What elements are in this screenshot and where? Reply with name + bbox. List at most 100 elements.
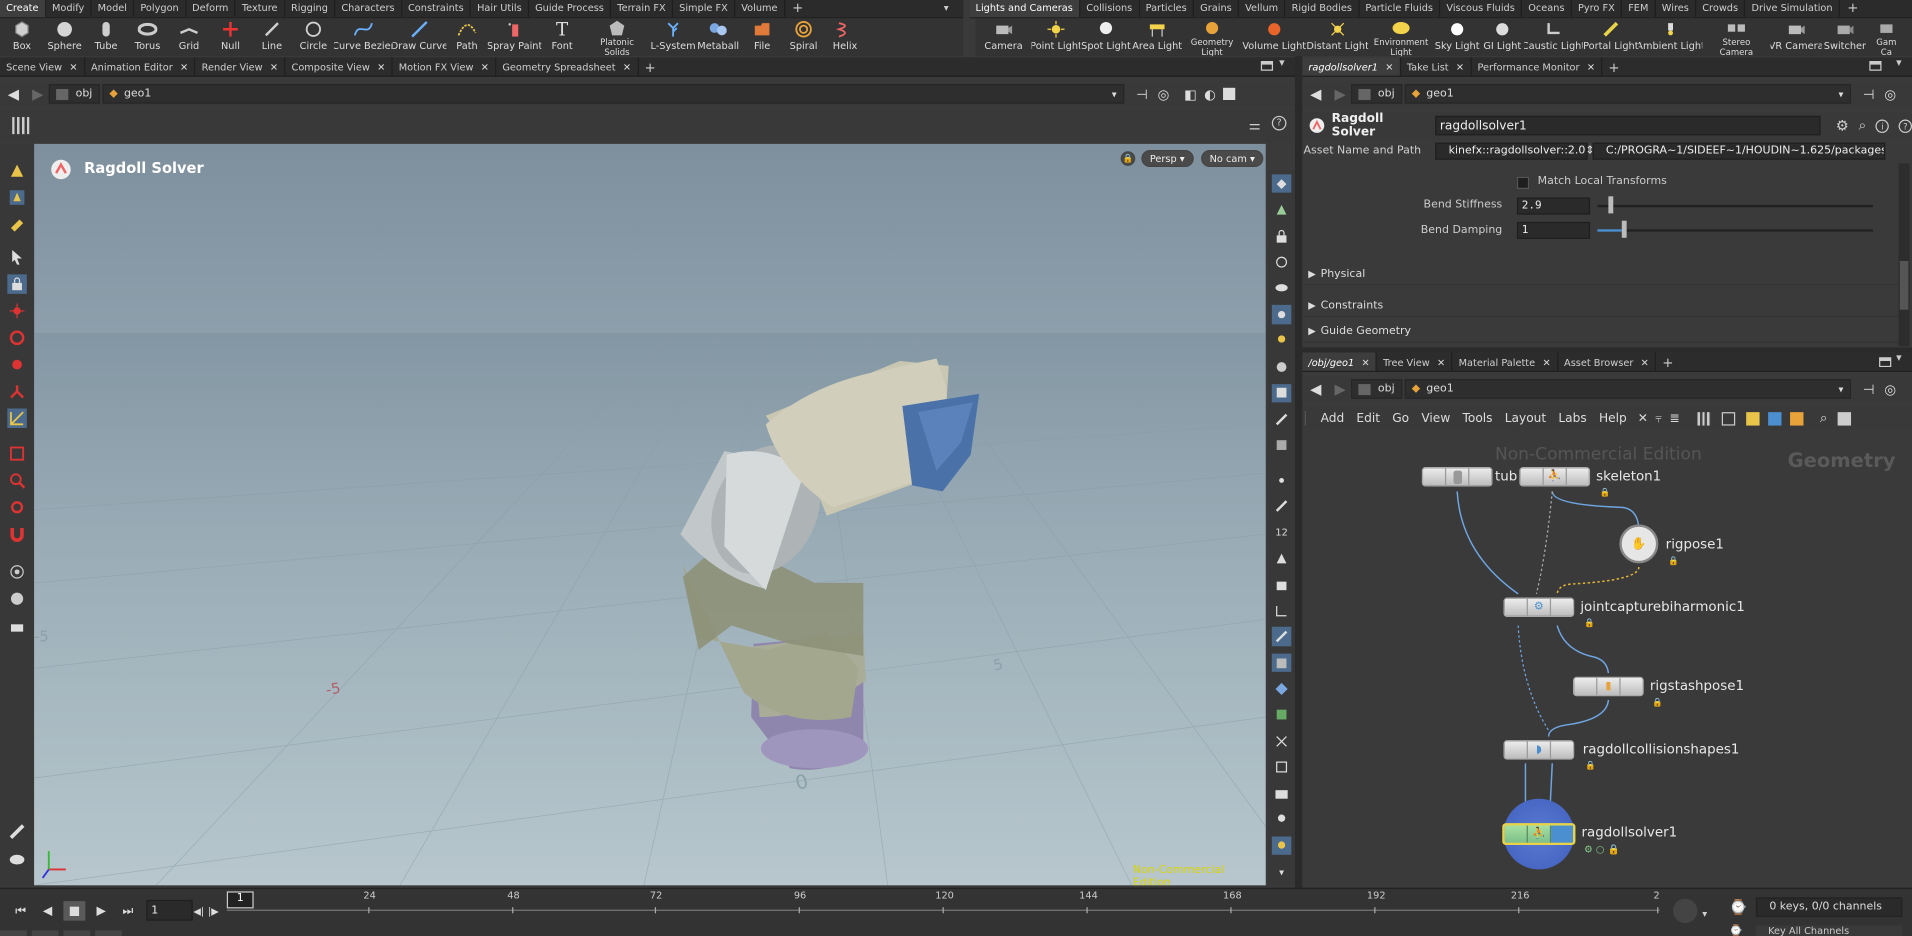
tool-vr-camera[interactable]: VR Camera: [1771, 18, 1822, 56]
folder-physical[interactable]: ▶ Physical: [1303, 263, 1899, 286]
point-numbers-icon[interactable]: [1272, 436, 1292, 455]
shelf-tab-pyro-fx[interactable]: Pyro FX: [1572, 0, 1623, 18]
lock-select-icon[interactable]: [7, 274, 27, 294]
tool-distant-light[interactable]: Distant Light: [1307, 18, 1368, 56]
tool-tube[interactable]: Tube: [85, 18, 126, 56]
close-icon[interactable]: ✕: [1362, 357, 1370, 368]
tab-asset-browser[interactable]: Asset Browser ✕: [1558, 352, 1657, 371]
menu-go[interactable]: Go: [1386, 412, 1415, 425]
pin-view-icon[interactable]: [1271, 836, 1292, 856]
asset-path-field[interactable]: C:/PROGRA~1/SIDEEF~1/HOUDIN~1.625/packag…: [1592, 142, 1886, 160]
tab-take-list[interactable]: Take List ✕: [1401, 57, 1472, 76]
pane-maximize-icon[interactable]: [1879, 357, 1892, 368]
render-region-icon[interactable]: [7, 562, 27, 582]
tool-stereo-camera[interactable]: Stereo Camera: [1702, 18, 1770, 56]
display-mode-icon[interactable]: [1271, 174, 1292, 194]
tool-circle[interactable]: Circle: [293, 18, 334, 56]
asset-name-field[interactable]: kinefx::ragdollsolver::2.0 ⇕: [1435, 142, 1595, 160]
shelf-tab-modify[interactable]: Modify: [46, 0, 92, 18]
shelf-tab-wires[interactable]: Wires: [1656, 0, 1697, 18]
template-icon[interactable]: [1272, 680, 1292, 699]
shelf-tab-constraints[interactable]: Constraints: [402, 0, 471, 18]
close-icon[interactable]: ✕: [180, 62, 188, 73]
tool-grid[interactable]: Grid: [168, 18, 209, 56]
shelf-tab-create[interactable]: Create: [0, 0, 46, 18]
tool-sphere[interactable]: Sphere: [44, 18, 85, 56]
back-arrow-icon[interactable]: ◀: [0, 85, 27, 102]
jump-start-icon[interactable]: ⏮: [10, 901, 32, 921]
tool-ambient-light[interactable]: Ambient Light: [1639, 18, 1702, 56]
tool-camera[interactable]: Camera: [976, 18, 1032, 56]
camera-sync-icon[interactable]: [7, 849, 27, 869]
tool-platonic-solids[interactable]: Platonic Solids: [583, 18, 651, 56]
path-crumb-obj[interactable]: obj: [48, 84, 100, 104]
shelf-tab-texture[interactable]: Texture: [236, 0, 285, 18]
menu-layout[interactable]: Layout: [1499, 412, 1553, 425]
tool-path[interactable]: Path: [446, 18, 487, 56]
shadow-icon[interactable]: [1272, 357, 1292, 376]
sticky-note-icon[interactable]: [1745, 411, 1759, 425]
select-groups-icon[interactable]: [7, 215, 27, 235]
back-arrow-icon[interactable]: ◀: [1302, 85, 1329, 102]
tool-point-light[interactable]: Point Light: [1032, 18, 1080, 56]
step-back-icon[interactable]: ◀|: [193, 901, 205, 921]
node-solver[interactable]: ⛹: [1502, 823, 1576, 846]
xray-icon[interactable]: [1272, 253, 1292, 272]
link-icon[interactable]: ◎: [1158, 86, 1170, 102]
menu-labs[interactable]: Labs: [1552, 412, 1593, 425]
shelf-tab-rigid-bodies[interactable]: Rigid Bodies: [1285, 0, 1360, 18]
background-icon[interactable]: [1272, 784, 1292, 803]
close-icon[interactable]: ✕: [270, 62, 278, 73]
node-name-field[interactable]: ragdollsolver1: [1435, 115, 1822, 136]
param-scrollbar[interactable]: [1898, 163, 1910, 347]
add-shelf-tab-icon[interactable]: +: [785, 0, 811, 17]
info-icon[interactable]: i: [1875, 118, 1890, 133]
display-options-icon[interactable]: ◧: [1184, 86, 1197, 102]
audio-toggle[interactable]: [63, 930, 91, 936]
tool-curve-bezier[interactable]: Curve Bezier: [334, 18, 393, 56]
tool-torus[interactable]: Torus: [127, 18, 168, 56]
play-forward-icon[interactable]: ▶: [90, 901, 112, 921]
forward-arrow-icon[interactable]: ▶: [27, 85, 49, 102]
tool-sky-light[interactable]: Sky Light: [1434, 18, 1480, 56]
keyframe-icon[interactable]: ⌚: [1729, 899, 1747, 916]
camera-menu[interactable]: No cam ▾: [1201, 149, 1264, 168]
tool-spiral[interactable]: Spiral: [783, 18, 824, 56]
close-icon[interactable]: ✕: [69, 62, 77, 73]
menu-tools[interactable]: Tools: [1456, 412, 1498, 425]
camera-sync-icon[interactable]: ◐: [1204, 86, 1216, 102]
tool-geometry-light[interactable]: Geometry Light: [1183, 18, 1242, 56]
shaded-icon[interactable]: [1271, 653, 1292, 673]
tab-scene-view[interactable]: Scene View ✕: [0, 57, 85, 76]
help-icon[interactable]: ?: [1898, 118, 1912, 133]
tab-composite-view[interactable]: Composite View ✕: [285, 57, 393, 76]
wire-icon[interactable]: [1271, 627, 1292, 647]
shelf-tab-volume[interactable]: Volume: [735, 0, 785, 18]
bend-stiffness-slider-handle[interactable]: [1607, 196, 1613, 214]
bend-damping-slider-handle[interactable]: [1621, 220, 1627, 238]
path-crumb-obj[interactable]: obj: [1351, 84, 1402, 104]
node-rigpose[interactable]: ✋: [1619, 524, 1659, 564]
camera-view-icon[interactable]: [1272, 201, 1292, 220]
vertex-icon[interactable]: [1272, 549, 1292, 568]
pane-maximize-icon[interactable]: [1260, 60, 1274, 71]
bend-damping-field[interactable]: 1: [1516, 221, 1591, 239]
shelf-tab-fem[interactable]: FEM: [1622, 0, 1656, 18]
view-lock-icon[interactable]: 🔒: [1120, 151, 1136, 166]
bounding-box-icon[interactable]: [1272, 706, 1292, 725]
menu-edit[interactable]: Edit: [1350, 412, 1386, 425]
shelf-tab-polygon[interactable]: Polygon: [134, 0, 187, 18]
node-tube[interactable]: [1421, 467, 1493, 487]
shelf-tab-particle-fluids[interactable]: Particle Fluids: [1359, 0, 1441, 18]
add-tab-icon[interactable]: +: [1656, 352, 1679, 370]
path-crumb-geo1[interactable]: ◆ geo1 ▾: [1404, 379, 1851, 399]
close-icon[interactable]: ✕: [1437, 357, 1445, 368]
folder-guide-geometry[interactable]: ▶ Guide Geometry: [1303, 321, 1899, 343]
pin-icon[interactable]: ⊣: [1136, 86, 1148, 102]
scale-handle-icon[interactable]: [7, 355, 27, 375]
add-shelf-tab-icon[interactable]: +: [1840, 0, 1866, 17]
link-icon[interactable]: ◎: [1884, 381, 1896, 397]
pane-menu-icon[interactable]: ▾: [1896, 57, 1902, 69]
shelf-tab-lights-cameras[interactable]: Lights and Cameras: [969, 0, 1081, 18]
shelf-tab-particles[interactable]: Particles: [1140, 0, 1195, 18]
